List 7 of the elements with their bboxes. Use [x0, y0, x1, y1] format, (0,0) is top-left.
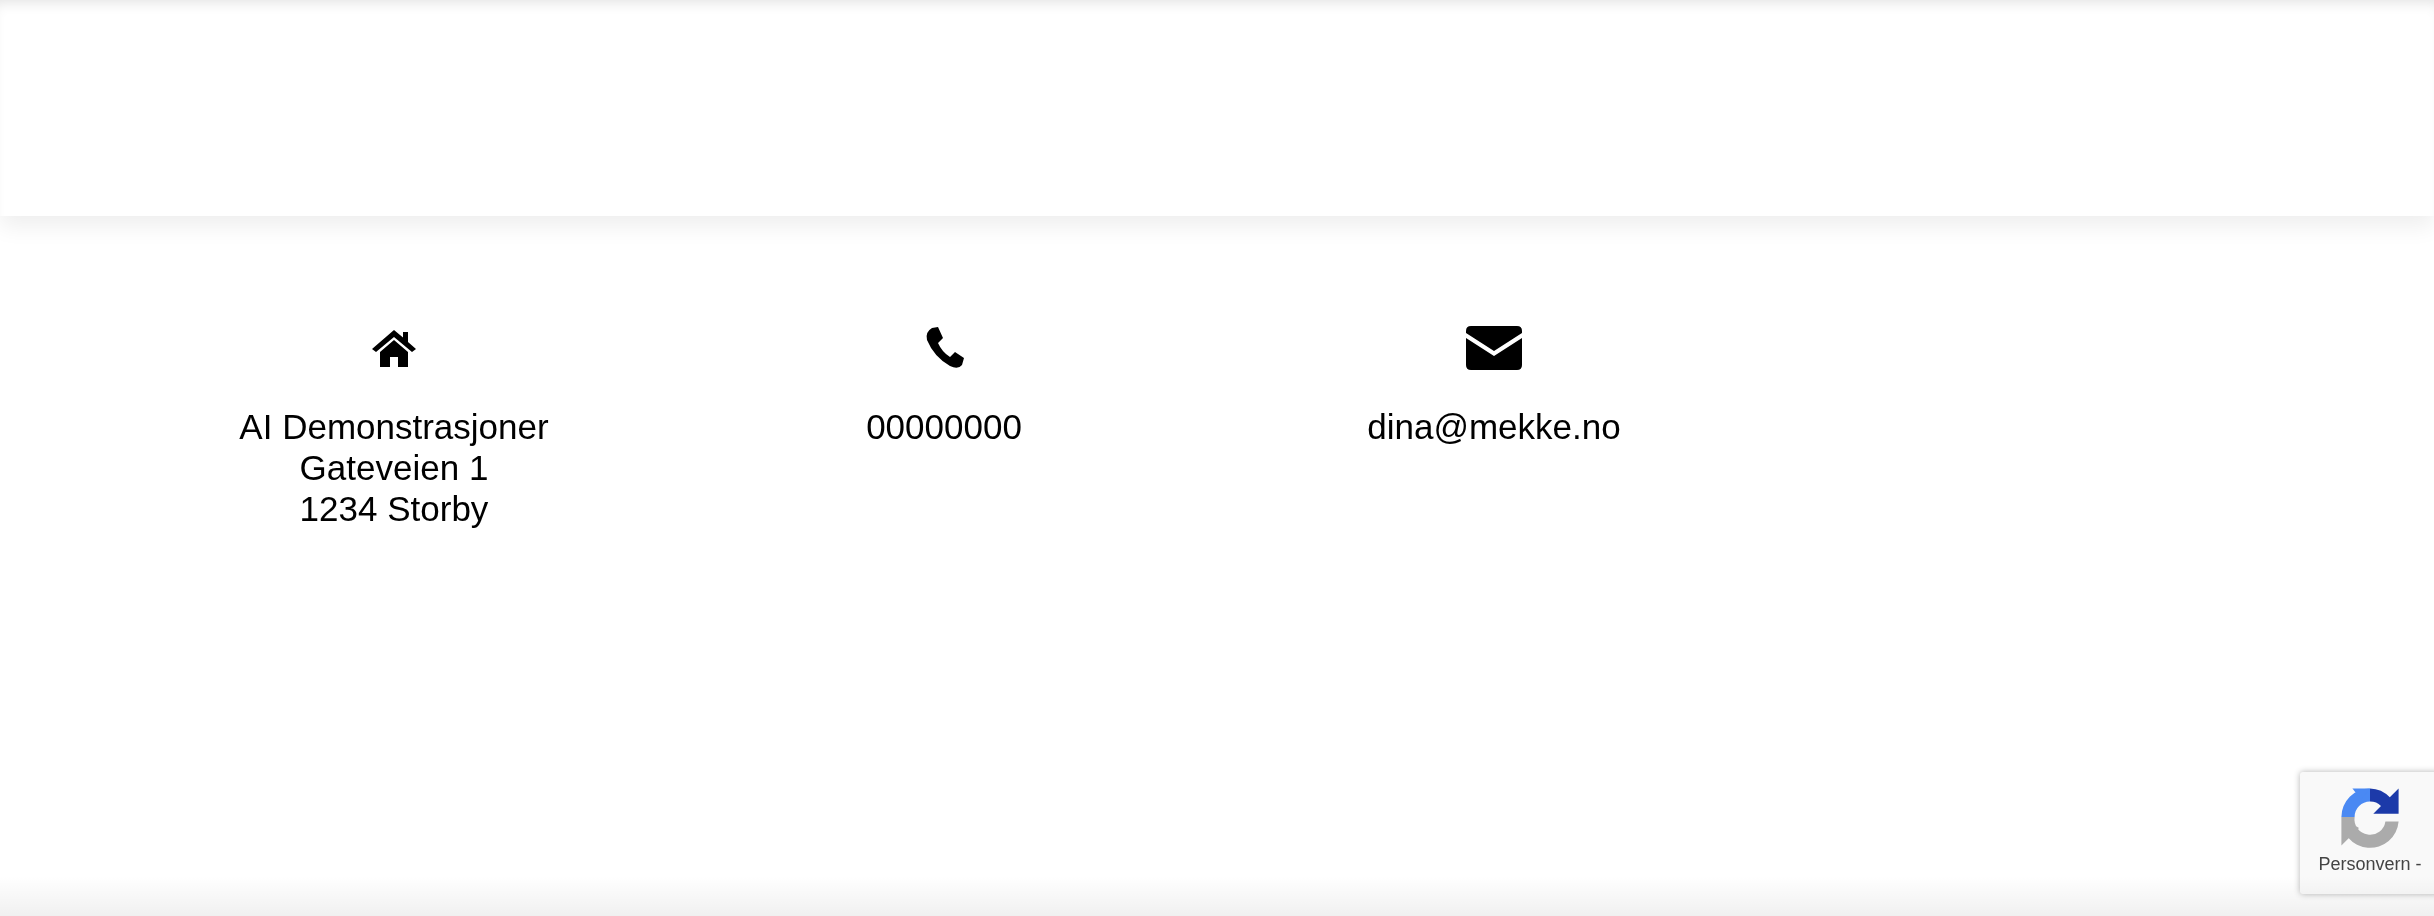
phone-icon: [924, 326, 964, 370]
envelope-icon: [1466, 326, 1522, 370]
recaptcha-badge[interactable]: Personvern -: [2300, 772, 2434, 894]
privacy-link[interactable]: Personvern -: [2318, 854, 2422, 875]
email-link[interactable]: dina@mekke.no: [1367, 406, 1621, 447]
address-text: AI Demonstrasjoner Gateveien 1 1234 Storby: [239, 406, 549, 529]
phone-number[interactable]: 00000000: [866, 406, 1022, 447]
